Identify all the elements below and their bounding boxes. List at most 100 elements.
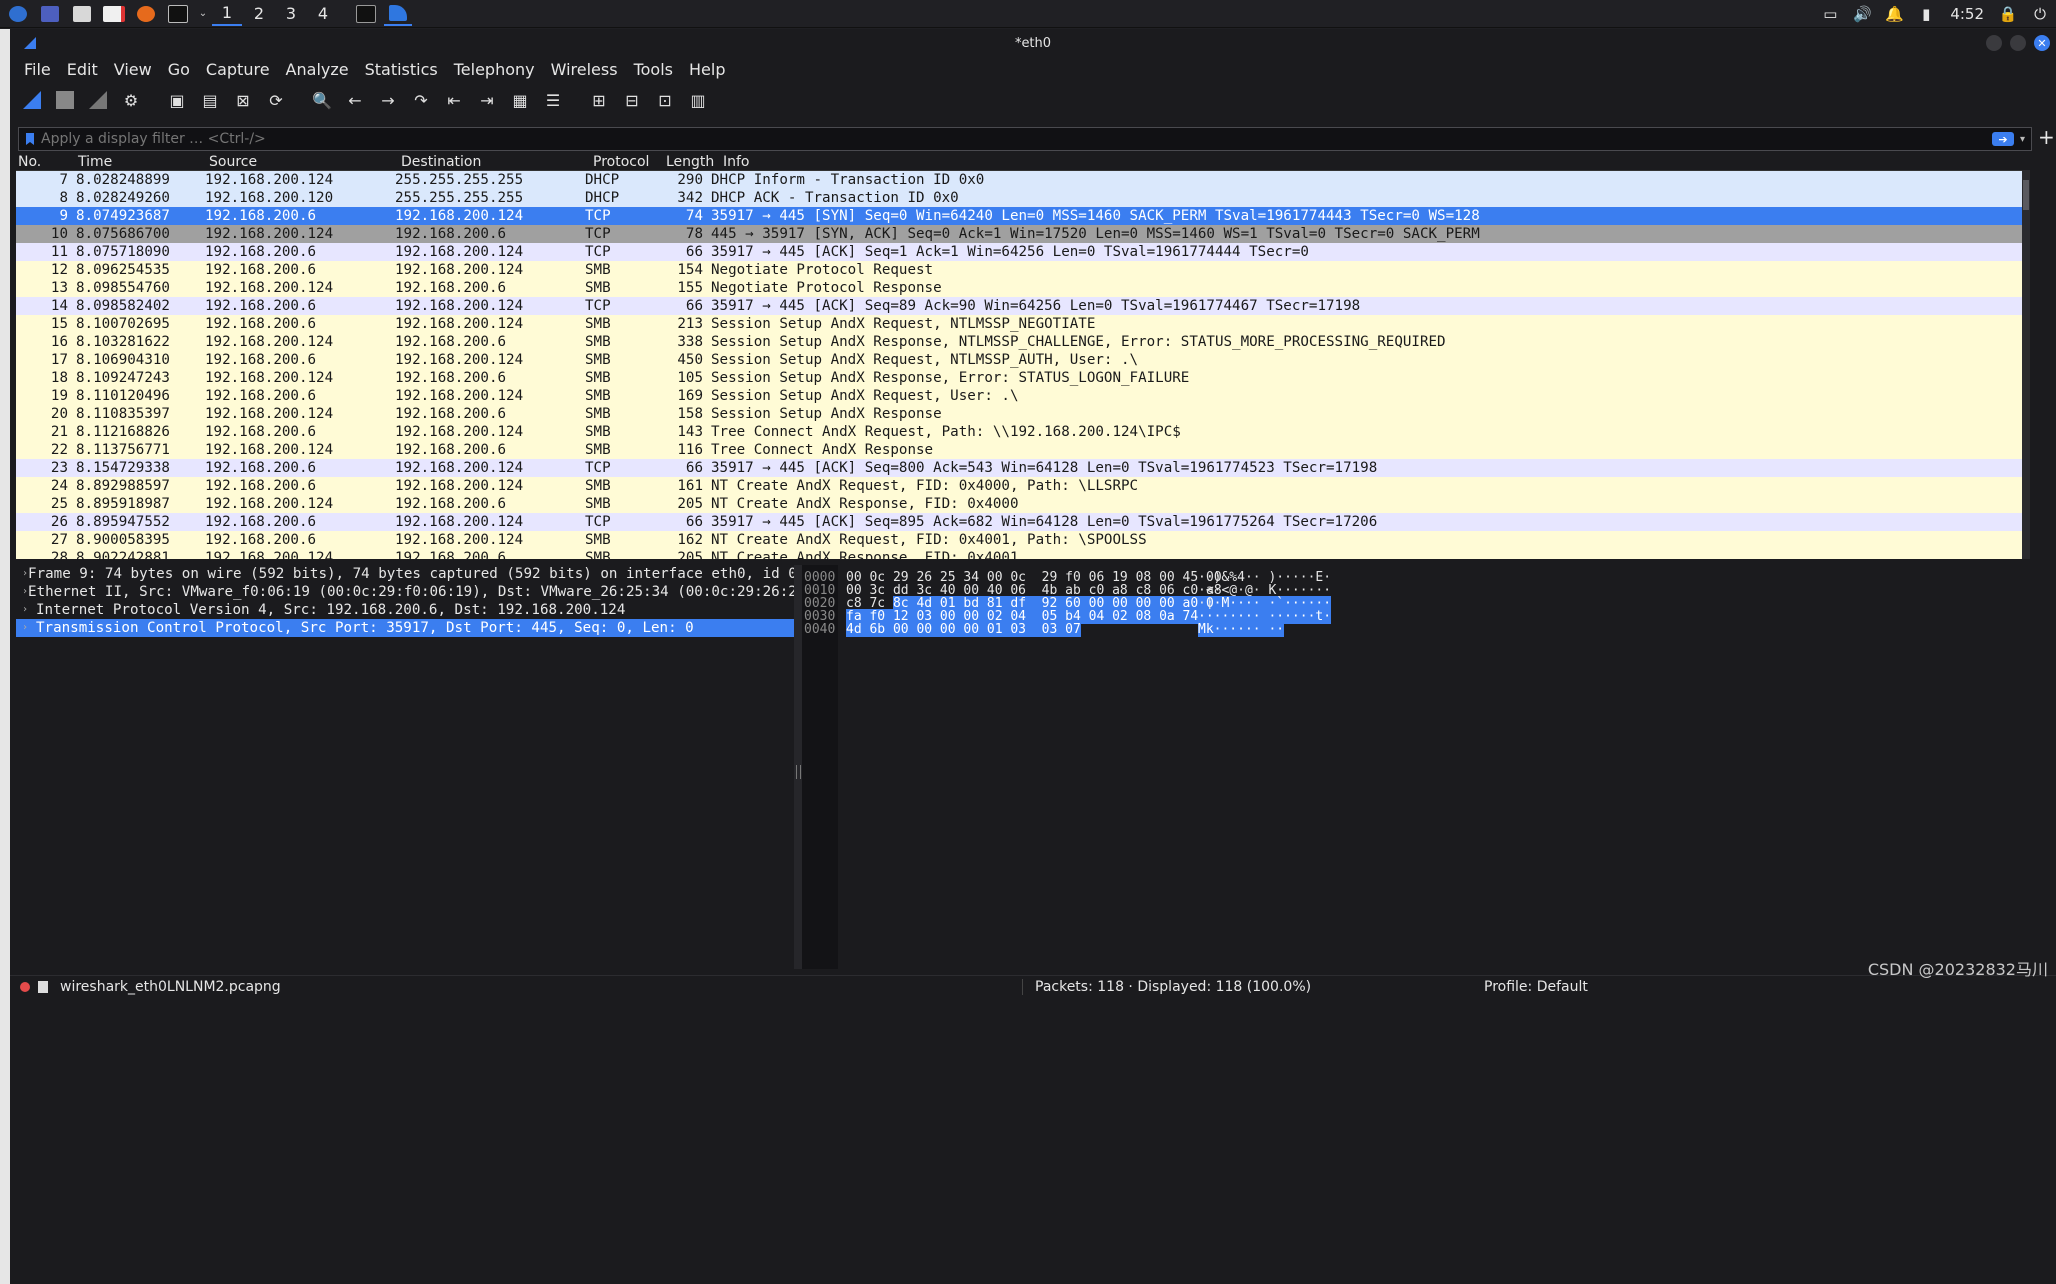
save-file-icon[interactable]: ▤ [198, 88, 222, 112]
detail-tree-item[interactable]: › Frame 9: 74 bytes on wire (592 bits), 7… [16, 565, 794, 583]
notification-bell-icon[interactable]: 🔔 [1885, 5, 1904, 23]
scrollbar-thumb[interactable] [2023, 180, 2029, 210]
col-protocol[interactable]: Protocol [591, 154, 664, 170]
terminal-icon[interactable] [164, 2, 192, 25]
expand-chevron-icon[interactable]: › [22, 601, 36, 619]
packet-row[interactable]: 12 8.096254535 192.168.200.6 192.168.200.12… [16, 261, 2030, 279]
packet-row[interactable]: 26 8.895947552 192.168.200.6 192.168.200.12… [16, 513, 2030, 531]
packet-row[interactable]: 13 8.098554760 192.168.200.124 192.168.200.… [16, 279, 2030, 297]
last-packet-icon[interactable]: ⇥ [475, 88, 499, 112]
close-button[interactable]: ✕ [2034, 35, 2050, 51]
show-desktop-icon[interactable] [36, 2, 64, 25]
firefox-icon[interactable] [132, 2, 160, 25]
packet-list-scrollbar[interactable] [2022, 170, 2030, 559]
workspace-1[interactable]: 1 [212, 1, 242, 26]
packet-row[interactable]: 22 8.113756771 192.168.200.124 192.168.200.… [16, 441, 2030, 459]
packet-row[interactable]: 9 8.074923687 192.168.200.6 192.168.200.124… [16, 207, 2030, 225]
packet-row[interactable]: 7 8.028248899 192.168.200.124 255.255.255.2… [16, 171, 2030, 189]
battery-icon[interactable]: ▮ [1918, 5, 1934, 23]
workspace-2[interactable]: 2 [244, 2, 274, 25]
packet-row[interactable]: 8 8.028249260 192.168.200.120 255.255.255.2… [16, 189, 2030, 207]
display-icon[interactable]: ▭ [1822, 5, 1838, 23]
packet-row[interactable]: 21 8.112168826 192.168.200.6 192.168.200.12… [16, 423, 2030, 441]
resize-columns-icon[interactable]: ▥ [686, 88, 710, 112]
go-forward-arrow-icon[interactable]: → [376, 88, 400, 112]
menu-file[interactable]: File [16, 60, 59, 79]
zoom-out-icon[interactable]: ⊟ [620, 88, 644, 112]
detail-tree-item[interactable]: › Ethernet II, Src: VMware_f0:06:19 (00:0… [16, 583, 794, 601]
col-no[interactable]: No. [16, 154, 76, 170]
kali-menu-icon[interactable] [4, 2, 32, 25]
col-source[interactable]: Source [207, 154, 399, 170]
normal-size-icon[interactable]: ⊡ [653, 88, 677, 112]
reload-file-icon[interactable]: ⟳ [264, 88, 288, 112]
go-to-packet-icon[interactable]: ↷ [409, 88, 433, 112]
menu-edit[interactable]: Edit [59, 60, 106, 79]
add-filter-button[interactable]: + [2038, 125, 2055, 149]
bookmark-icon[interactable] [23, 132, 37, 146]
expand-chevron-icon[interactable]: › [22, 619, 36, 637]
apply-filter-arrow-icon[interactable]: ➔ [1991, 132, 2014, 146]
menu-analyze[interactable]: Analyze [278, 60, 357, 79]
col-time[interactable]: Time [76, 154, 207, 170]
volume-icon[interactable]: 🔊 [1853, 5, 1872, 23]
stop-capture-icon[interactable] [53, 88, 77, 112]
packet-row[interactable]: 18 8.109247243 192.168.200.124 192.168.200.… [16, 369, 2030, 387]
menu-view[interactable]: View [106, 60, 160, 79]
lock-icon[interactable]: 🔒 [1999, 5, 2018, 23]
packet-row[interactable]: 10 8.075686700 192.168.200.124 192.168.200.… [16, 225, 2030, 243]
power-icon[interactable]: ⏻ [2032, 5, 2048, 23]
first-packet-icon[interactable]: ⇤ [442, 88, 466, 112]
packet-row[interactable]: 27 8.900058395 192.168.200.6 192.168.200.12… [16, 531, 2030, 549]
menu-tools[interactable]: Tools [626, 60, 681, 79]
expert-info-icon[interactable] [20, 982, 30, 992]
menu-statistics[interactable]: Statistics [357, 60, 446, 79]
text-editor-icon[interactable] [100, 2, 128, 25]
filter-history-chevron-down-icon[interactable]: ▾ [2020, 134, 2025, 145]
packet-row[interactable]: 20 8.110835397 192.168.200.124 192.168.200.… [16, 405, 2030, 423]
display-filter-input[interactable] [37, 130, 1992, 148]
packet-row[interactable]: 23 8.154729338 192.168.200.6 192.168.200.12… [16, 459, 2030, 477]
file-manager-icon[interactable] [68, 2, 96, 25]
profile-label[interactable]: Profile: Default [1484, 979, 1588, 995]
splitter-grip[interactable] [796, 765, 801, 779]
packet-row[interactable]: 19 8.110120496 192.168.200.6 192.168.200.12… [16, 387, 2030, 405]
col-destination[interactable]: Destination [399, 154, 591, 170]
detail-tree-item[interactable]: › Internet Protocol Version 4, Src: 192.1… [16, 601, 794, 619]
packet-row[interactable]: 17 8.106904310 192.168.200.6 192.168.200.12… [16, 351, 2030, 369]
restart-capture-icon[interactable] [86, 88, 110, 112]
menu-go[interactable]: Go [160, 60, 198, 79]
packet-row[interactable]: 24 8.892988597 192.168.200.6 192.168.200.12… [16, 477, 2030, 495]
minimize-button[interactable] [1986, 35, 2002, 51]
maximize-button[interactable] [2010, 35, 2026, 51]
col-info[interactable]: Info [721, 154, 2030, 170]
packet-row[interactable]: 28 8.902242881 192.168.200.124 192.168.200.… [16, 549, 2030, 559]
detail-tree-item[interactable]: › Transmission Control Protocol, Src Port… [16, 619, 794, 637]
packet-row[interactable]: 16 8.103281622 192.168.200.124 192.168.200.… [16, 333, 2030, 351]
packet-row[interactable]: 11 8.075718090 192.168.200.6 192.168.200.12… [16, 243, 2030, 261]
clock[interactable]: 4:52 [1950, 5, 1984, 23]
find-packet-search-icon[interactable]: 🔍 [310, 88, 334, 112]
go-back-arrow-icon[interactable]: ← [343, 88, 367, 112]
close-file-icon[interactable]: ⊠ [231, 88, 255, 112]
wireshark-task-icon[interactable] [384, 1, 412, 26]
capture-options-gear-icon[interactable]: ⚙ [119, 88, 143, 112]
packet-row[interactable]: 14 8.098582402 192.168.200.6 192.168.200.12… [16, 297, 2030, 315]
col-length[interactable]: Length [664, 154, 721, 170]
menu-wireless[interactable]: Wireless [543, 60, 626, 79]
bytes-row[interactable]: 0040 4d 6b 00 00 00 00 01 03 03 07 Mk·····… [802, 622, 2030, 637]
colorize-icon[interactable]: ☰ [541, 88, 565, 112]
packet-row[interactable]: 25 8.895918987 192.168.200.124 192.168.200.… [16, 495, 2030, 513]
autoscroll-icon[interactable]: ▦ [508, 88, 532, 112]
menu-telephony[interactable]: Telephony [446, 60, 543, 79]
chevron-down-icon[interactable]: ⌄ [196, 2, 210, 25]
packet-row[interactable]: 15 8.100702695 192.168.200.6 192.168.200.12… [16, 315, 2030, 333]
open-file-icon[interactable]: ▣ [165, 88, 189, 112]
workspace-4[interactable]: 4 [308, 2, 338, 25]
pane-splitter[interactable] [794, 565, 802, 969]
zoom-in-icon[interactable]: ⊞ [587, 88, 611, 112]
capture-comment-icon[interactable] [38, 981, 48, 993]
terminal-task-icon[interactable] [352, 2, 380, 25]
start-capture-icon[interactable] [20, 88, 44, 112]
workspace-3[interactable]: 3 [276, 2, 306, 25]
